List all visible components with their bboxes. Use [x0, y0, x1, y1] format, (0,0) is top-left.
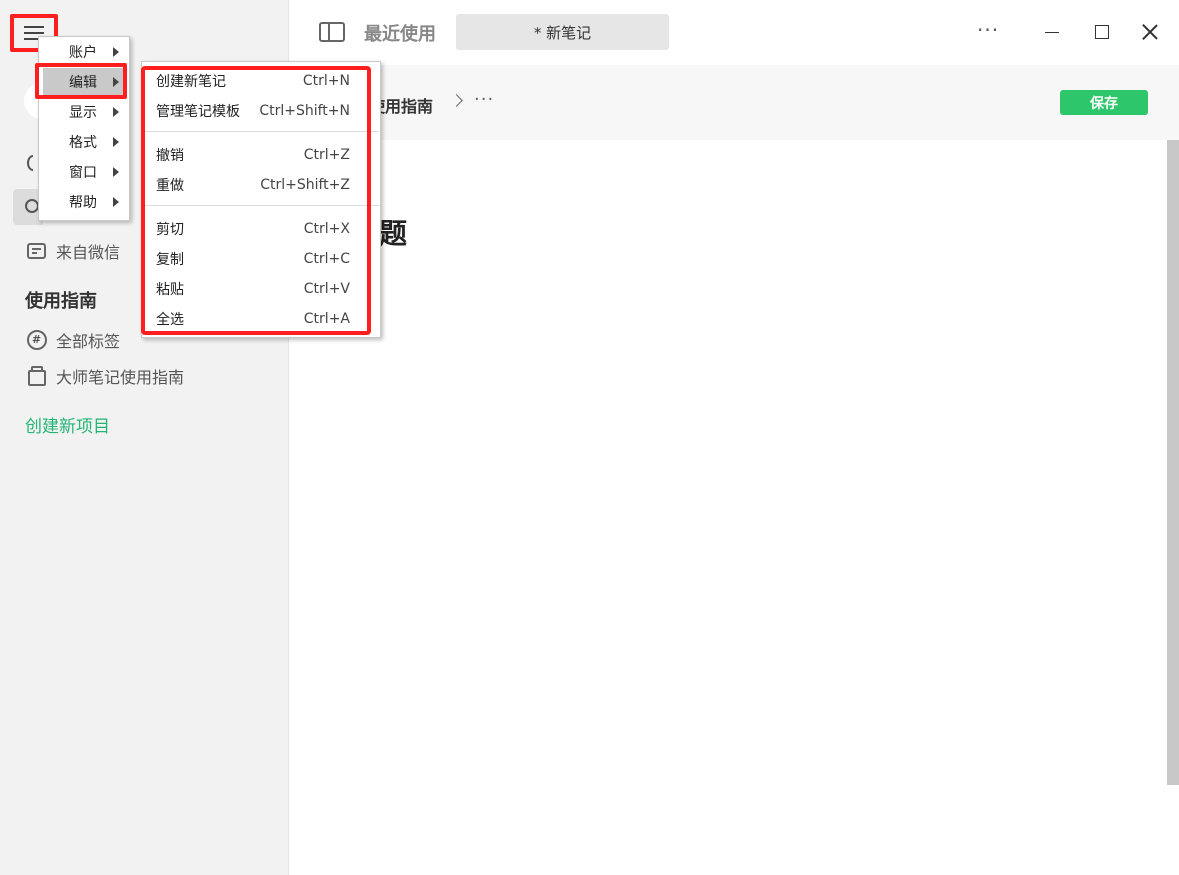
- chevron-right-icon: [450, 94, 463, 107]
- recent-label[interactable]: 最近使用: [364, 20, 436, 46]
- menu-item-account[interactable]: 账户: [43, 38, 127, 66]
- menu-item-label: 账户: [69, 45, 97, 61]
- menu-item-label: 显示: [69, 105, 97, 121]
- menu-item-label: 格式: [69, 135, 97, 151]
- menu-item-help[interactable]: 帮助: [43, 188, 127, 216]
- edit-submenu-highlight: [141, 66, 371, 335]
- chat-bubble-icon: [26, 241, 47, 262]
- note-title[interactable]: 题: [379, 212, 407, 252]
- note-header: 使用指南 ··· 保存: [289, 65, 1179, 140]
- close-icon[interactable]: [1139, 21, 1161, 43]
- menu-item-format[interactable]: 格式: [43, 128, 127, 156]
- top-bar: 最近使用 * 新笔记 ···: [289, 0, 1179, 65]
- scrollbar[interactable]: [1167, 140, 1179, 785]
- sidebar-toggle-icon[interactable]: [319, 22, 345, 42]
- menu-item-label: 帮助: [69, 195, 97, 211]
- editor-area[interactable]: 题: [289, 140, 1179, 875]
- save-button[interactable]: 保存: [1060, 90, 1148, 115]
- submenu-arrow-icon: [113, 197, 119, 207]
- sidebar-item-label: 大师笔记使用指南: [56, 368, 185, 387]
- sidebar-item-label: 来自微信: [56, 243, 121, 262]
- breadcrumb-more-icon[interactable]: ···: [474, 91, 494, 109]
- hash-tag-icon: #: [26, 330, 47, 351]
- submenu-arrow-icon: [113, 167, 119, 177]
- sidebar-item-guide-notebook[interactable]: 大师笔记使用指南: [26, 364, 184, 388]
- more-options-icon[interactable]: ···: [977, 20, 999, 40]
- create-project-link[interactable]: 创建新项目: [25, 412, 110, 437]
- sidebar-item-all-tags[interactable]: # 全部标签: [26, 328, 120, 352]
- minimize-icon[interactable]: [1045, 32, 1059, 33]
- submenu-arrow-icon: [113, 47, 119, 57]
- menu-item-window[interactable]: 窗口: [43, 158, 127, 186]
- edit-menu-highlight: [35, 63, 127, 99]
- menu-item-label: 窗口: [69, 165, 97, 181]
- clock-icon: [25, 199, 39, 213]
- tab-new-note[interactable]: * 新笔记: [456, 14, 669, 50]
- sidebar-item-wechat[interactable]: 来自微信: [26, 239, 120, 263]
- menu-item-view[interactable]: 显示: [43, 98, 127, 126]
- section-title: 使用指南: [25, 291, 97, 312]
- notebook-stack-icon: [26, 366, 47, 387]
- sidebar-item-label: 全部标签: [56, 332, 121, 351]
- submenu-arrow-icon: [113, 107, 119, 117]
- maximize-icon[interactable]: [1095, 25, 1109, 39]
- app-window: 来自微信 使用指南 # 全部标签 大师笔记使用指南 创建新项目 最近使用 * 新…: [0, 0, 1179, 875]
- submenu-arrow-icon: [113, 137, 119, 147]
